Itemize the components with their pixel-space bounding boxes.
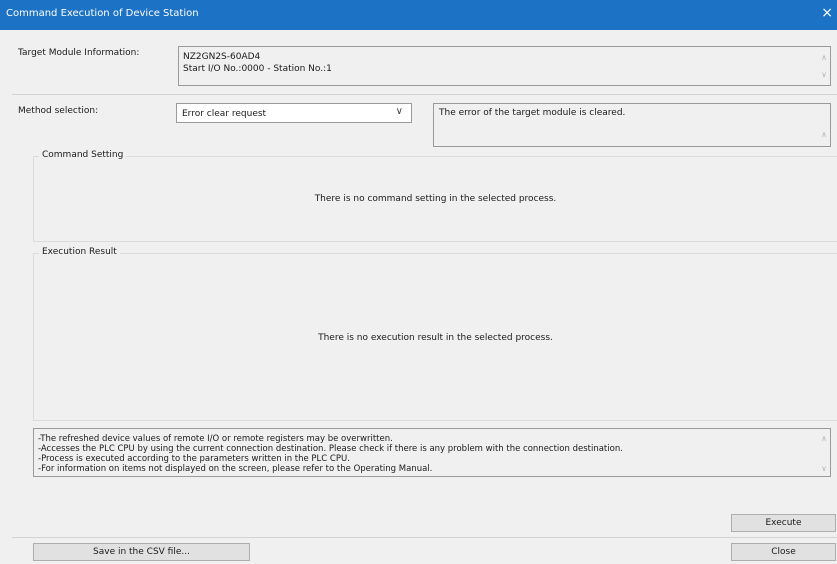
method-selected-value: Error clear request <box>182 109 267 119</box>
separator <box>12 94 837 95</box>
method-select[interactable]: Error clear request ∨ <box>176 103 412 123</box>
note-line: -For information on items not displayed … <box>38 464 433 474</box>
command-setting-group: Command Setting There is no command sett… <box>33 150 837 242</box>
target-module-info-box[interactable]: NZ2GN2S-60AD4 Start I/O No.:0000 - Stati… <box>178 46 831 86</box>
note-line: -Process is executed according to the pa… <box>38 454 350 464</box>
method-description-box[interactable]: The error of the target module is cleare… <box>433 103 831 147</box>
target-module-label: Target Module Information: <box>18 48 140 58</box>
close-icon[interactable]: × <box>821 6 833 20</box>
save-csv-button[interactable]: Save in the CSV file... <box>33 543 250 561</box>
close-button[interactable]: Close <box>731 543 836 561</box>
notes-box[interactable]: -The refreshed device values of remote I… <box>33 428 831 477</box>
scroll-down-icon[interactable]: ∨ <box>821 71 827 79</box>
note-line: -The refreshed device values of remote I… <box>38 434 393 444</box>
execution-result-message: There is no execution result in the sele… <box>318 333 553 343</box>
window-title: Command Execution of Device Station <box>6 8 199 19</box>
note-line: -Accesses the PLC CPU by using the curre… <box>38 444 623 454</box>
scroll-up-icon[interactable]: ∧ <box>821 131 827 139</box>
scroll-up-icon[interactable]: ∧ <box>821 54 827 62</box>
method-selection-label: Method selection: <box>18 106 99 116</box>
chevron-down-icon: ∨ <box>395 106 403 117</box>
target-module-line2: Start I/O No.:0000 - Station No.:1 <box>183 64 332 74</box>
title-bar: Command Execution of Device Station × <box>0 0 837 30</box>
target-module-line1: NZ2GN2S-60AD4 <box>183 52 261 62</box>
command-setting-legend: Command Setting <box>39 150 127 160</box>
execution-result-group: Execution Result There is no execution r… <box>33 247 837 421</box>
method-description: The error of the target module is cleare… <box>439 108 626 118</box>
execution-result-legend: Execution Result <box>39 247 120 257</box>
scroll-up-icon[interactable]: ∧ <box>821 435 827 443</box>
scroll-down-icon[interactable]: ∨ <box>821 465 827 473</box>
separator <box>12 537 837 538</box>
command-setting-message: There is no command setting in the selec… <box>314 194 557 204</box>
execute-button[interactable]: Execute <box>731 514 836 532</box>
